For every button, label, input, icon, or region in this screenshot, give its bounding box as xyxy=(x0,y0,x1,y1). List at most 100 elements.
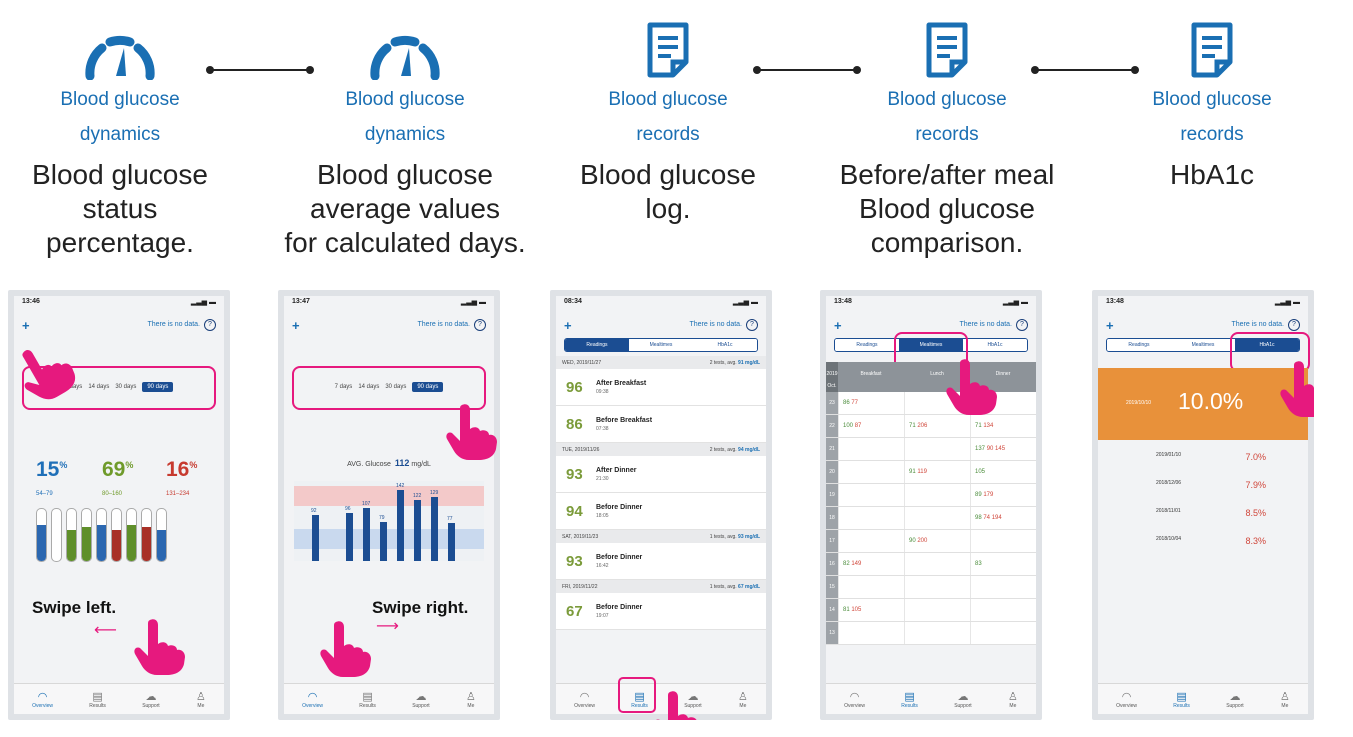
tab-support[interactable]: ☁ Support xyxy=(412,690,430,709)
tab-me[interactable]: ♙ Me xyxy=(466,690,476,709)
no-data-text: There is no data. xyxy=(1231,321,1284,328)
tab-overview[interactable]: ◠ Overview xyxy=(302,690,323,709)
log-entry[interactable]: 93 Before Dinner 16:42 xyxy=(556,543,766,580)
log-value: 93 xyxy=(566,465,583,483)
add-button[interactable]: + xyxy=(292,318,300,333)
log-time: 21:30 xyxy=(596,475,609,482)
tab-overview[interactable]: ◠ Overview xyxy=(574,690,595,709)
tab-overview[interactable]: ◠ Overview xyxy=(32,690,53,709)
info-icon[interactable]: ? xyxy=(1288,319,1300,331)
days-option[interactable]: 90 days xyxy=(142,382,174,392)
percentage-value: 69 xyxy=(102,458,126,481)
tab-readings[interactable]: Readings xyxy=(835,339,899,351)
column-5: Blood glucose records HbA1c xyxy=(1077,0,1347,192)
arrow-left-icon: ⟵ xyxy=(94,622,117,639)
days-option[interactable]: 30 days xyxy=(115,384,136,390)
tab-results[interactable]: ▤ Results xyxy=(89,690,106,709)
grid-day-row: 14 81 105 xyxy=(826,599,1036,622)
grid-day-row: 18 98 74 194 xyxy=(826,507,1036,530)
avg-glucose-label: AVG. Glucose 112 mg/dL xyxy=(284,458,494,468)
tab-mealtimes[interactable]: Mealtimes xyxy=(1171,339,1235,351)
tab-me[interactable]: ♙ Me xyxy=(1008,690,1018,709)
avg-bar xyxy=(397,490,404,561)
tab-me[interactable]: ♙ Me xyxy=(1280,690,1290,709)
tab-readings[interactable]: Readings xyxy=(1107,339,1171,351)
target-range-band xyxy=(294,529,484,549)
results-tab-highlight xyxy=(618,677,656,713)
tab-results[interactable]: ▤ Results xyxy=(359,690,376,709)
range-value: 54–79 xyxy=(36,491,53,497)
high-range-band xyxy=(294,486,484,506)
tab-label: Support xyxy=(412,702,430,709)
status-bar-item xyxy=(66,508,77,562)
gauge-icon: ◠ xyxy=(849,690,860,703)
hba1c-row: 2018/11/01 8.5% xyxy=(1156,508,1266,518)
tab-results[interactable]: ▤ Results xyxy=(901,690,918,709)
tab-support[interactable]: ☁ Support xyxy=(1226,690,1244,709)
tab-support[interactable]: ☁ Support xyxy=(142,690,160,709)
document-icon: ▤ xyxy=(904,690,915,703)
grid-meal-head: Breakfast xyxy=(860,371,882,377)
description-line: Blood glucose xyxy=(317,159,493,190)
info-icon[interactable]: ? xyxy=(474,319,486,331)
signal-battery-icon: ▂▃▅ ▬ xyxy=(460,299,486,306)
category-line: dynamics xyxy=(364,124,446,145)
tab-label: Me xyxy=(197,702,205,709)
days-option[interactable]: 7 days xyxy=(335,384,353,390)
avg-bar-label: 107 xyxy=(362,500,371,507)
grid-value: 149 xyxy=(851,561,862,567)
grid-value: 100 xyxy=(843,423,855,429)
days-option[interactable]: 14 days xyxy=(88,384,109,390)
log-entry[interactable]: 94 Before Dinner 18:05 xyxy=(556,493,766,530)
swipe-hint: Swipe right. xyxy=(372,598,469,617)
log-avg-label: 2 tests, avg. xyxy=(709,359,739,366)
log-entry[interactable]: 96 After Breakfast 09:38 xyxy=(556,369,766,406)
log-date-header: TUE, 2019/11/26 2 tests, avg. 94 mg/dL xyxy=(556,443,766,456)
tab-hba1c[interactable]: HbA1c xyxy=(693,339,757,351)
tab-overview[interactable]: ◠ Overview xyxy=(1116,690,1137,709)
grid-cell xyxy=(838,530,904,552)
tab-bar: ◠ Overview ▤ Results ☁ Support ♙ Me xyxy=(14,683,224,714)
hba1c-value: 8.3% xyxy=(1245,536,1266,546)
days-option[interactable]: 14 days xyxy=(358,384,379,390)
tab-results[interactable]: ▤ Results xyxy=(1173,690,1190,709)
days-option[interactable]: 30 days xyxy=(385,384,406,390)
hba1c-value: 7.0% xyxy=(1245,452,1266,462)
range-label: 54–79 xyxy=(36,491,53,497)
status-bar-item xyxy=(156,508,167,562)
days-option[interactable]: 90 days xyxy=(412,382,444,392)
tab-hba1c[interactable]: HbA1c xyxy=(963,339,1027,351)
log-entry[interactable]: 93 After Dinner 21:30 xyxy=(556,456,766,493)
no-data-label: There is no data.? xyxy=(147,319,216,331)
info-icon[interactable]: ? xyxy=(204,319,216,331)
gauge-icon xyxy=(0,0,255,80)
avg-bar xyxy=(431,496,438,561)
add-button[interactable]: + xyxy=(22,318,30,333)
tab-readings[interactable]: Readings xyxy=(565,339,629,351)
info-icon[interactable]: ? xyxy=(1016,319,1028,331)
add-button[interactable]: + xyxy=(834,318,842,333)
hba1c-latest-date: 2019/10/10 xyxy=(1126,400,1152,406)
grid-value: 74 xyxy=(983,515,992,521)
tab-mealtimes[interactable]: Mealtimes xyxy=(629,339,693,351)
log-meal-label: After Breakfast 09:38 xyxy=(596,380,646,395)
tab-overview[interactable]: ◠ Overview xyxy=(844,690,865,709)
log-entry[interactable]: 86 Before Breakfast 07:38 xyxy=(556,406,766,443)
tab-me[interactable]: ♙ Me xyxy=(738,690,748,709)
log-entry[interactable]: 67 Before Dinner 19:07 xyxy=(556,593,766,630)
log-date: FRI, 2019/11/22 xyxy=(562,583,598,590)
add-button[interactable]: + xyxy=(564,318,572,333)
tab-me[interactable]: ♙ Me xyxy=(196,690,206,709)
info-icon[interactable]: ? xyxy=(746,319,758,331)
grid-cell xyxy=(838,576,904,598)
tab-support[interactable]: ☁ Support xyxy=(954,690,972,709)
log-avg-value: 94 mg/dL xyxy=(738,446,760,453)
no-data-label: There is no data.? xyxy=(417,319,486,331)
grid-cell: 91 119 xyxy=(904,461,970,483)
gauge-icon: ◠ xyxy=(579,690,590,703)
person-icon: ♙ xyxy=(1007,690,1018,703)
add-button[interactable]: + xyxy=(1106,318,1114,333)
percentage-value: 15 xyxy=(36,458,60,481)
status-bar: 13:47 ▂▃▅ ▬ xyxy=(284,296,494,316)
category-line: dynamics xyxy=(79,124,161,145)
